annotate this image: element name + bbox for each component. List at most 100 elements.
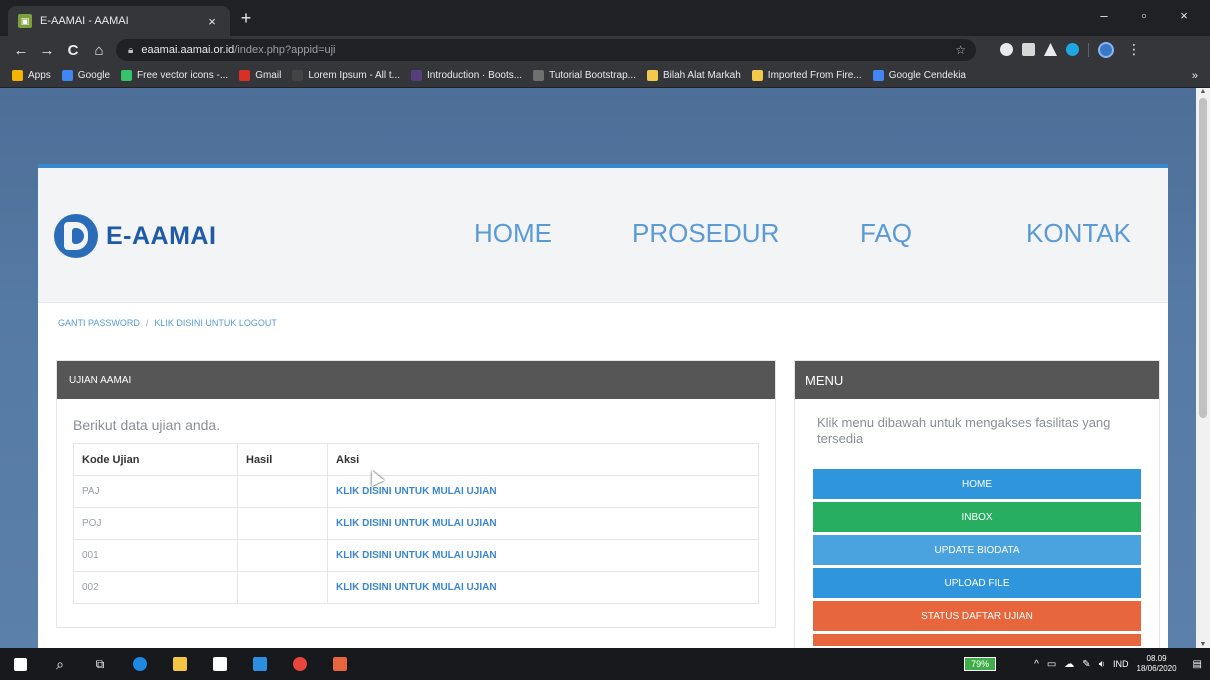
menu-upload-file-button[interactable]: UPLOAD FILE [813, 568, 1141, 598]
bookmark-lorem-ipsum[interactable]: Lorem Ipsum - All t... [292, 70, 400, 81]
cloud-icon[interactable]: ☁ [1064, 659, 1074, 670]
exam-panel-title: UJIAN AAMAI [57, 361, 775, 399]
taskbar-app[interactable] [320, 648, 360, 680]
browser-tab[interactable]: ▣ E-AAMAI - AAMAI × [8, 6, 230, 36]
bookmark-google[interactable]: Google [61, 70, 110, 81]
menu-panel-title: MENU [795, 361, 1159, 399]
lock-icon: 🔒︎ [128, 44, 134, 56]
exam-result [237, 539, 328, 572]
system-clock[interactable]: 08.09 18/06/2020 [1137, 654, 1177, 674]
taskbar-explorer[interactable] [160, 648, 200, 680]
logo-text: E-AAMAI [106, 221, 217, 250]
bookmark-star-icon[interactable]: ☆ [955, 43, 966, 57]
bookmark-tutorial-bootstrap[interactable]: Tutorial Bootstrap... [533, 70, 636, 81]
nav-faq[interactable]: FAQ [860, 218, 912, 249]
language-indicator[interactable]: IND [1113, 659, 1129, 669]
bookmark-gmail[interactable]: Gmail [239, 70, 281, 81]
scrollbar-thumb[interactable] [1199, 98, 1207, 418]
volume-icon[interactable]: 🔉︎ [1099, 659, 1105, 670]
bookmark-apps[interactable]: Apps [12, 70, 51, 81]
search-button[interactable]: ⌕ [40, 648, 80, 680]
home-button[interactable]: ⌂ [86, 42, 112, 59]
nav-home[interactable]: HOME [474, 218, 552, 249]
task-view-icon: ⧉ [95, 656, 105, 671]
exam-result [237, 507, 328, 540]
profile-avatar[interactable] [1098, 41, 1114, 58]
clock-time: 08.09 [1146, 654, 1167, 663]
start-exam-link[interactable]: KLIK DISINI UNTUK MULAI UJIAN [327, 475, 759, 508]
forward-button[interactable]: → [34, 42, 60, 59]
page-icon [292, 70, 304, 81]
start-exam-link[interactable]: KLIK DISINI UNTUK MULAI UJIAN [327, 571, 759, 604]
taskbar-chrome[interactable] [280, 648, 320, 680]
menu-next-button-partial[interactable] [813, 634, 1141, 646]
apps-grid-icon [12, 70, 23, 81]
pen-icon[interactable]: ✎ [1082, 659, 1090, 670]
browser-tabbar: ▣ E-AAMAI - AAMAI × + – ▫ × [0, 0, 1210, 36]
battery-indicator[interactable]: 79% [964, 657, 997, 671]
drive-extension-icon[interactable] [1044, 43, 1057, 56]
site-header: E-AAMAI HOME PROSEDUR FAQ KONTAK [38, 164, 1168, 302]
bookmark-google-scholar[interactable]: Google Cendekia [872, 70, 966, 81]
url-path: /index.php?appid=uji [234, 44, 336, 56]
scroll-down-arrow-icon[interactable]: ▼ [1196, 641, 1210, 648]
nav-prosedur[interactable]: PROSEDUR [632, 218, 779, 249]
search-icon: ⌕ [56, 655, 64, 672]
windows-taskbar: ⌕ ⧉ 79% ^ ▭ ☁ ✎ 🔉︎ IND 08.09 18/06/2020 … [0, 648, 1210, 680]
start-button[interactable] [0, 648, 40, 680]
table-header-row: Kode Ujian Hasil Aksi [73, 443, 759, 476]
folder-icon [646, 70, 658, 81]
bookmarks-overflow-button[interactable]: » [1192, 70, 1198, 82]
exam-panel: UJIAN AAMAI Berikut data ujian anda. Kod… [56, 360, 776, 628]
column-header-hasil: Hasil [237, 443, 328, 476]
extension-icon[interactable] [1022, 43, 1035, 56]
scroll-up-arrow-icon[interactable]: ▲ [1196, 88, 1210, 95]
table-row: POJ KLIK DISINI UNTUK MULAI UJIAN [73, 507, 759, 540]
close-window-button[interactable]: × [1164, 4, 1204, 28]
bookmark-folder-bilah[interactable]: Bilah Alat Markah [646, 70, 741, 81]
start-exam-link[interactable]: KLIK DISINI UNTUK MULAI UJIAN [327, 507, 759, 540]
network-icon[interactable]: ▭ [1047, 659, 1056, 670]
menu-home-button[interactable]: HOME [813, 469, 1141, 499]
browser-menu-icon[interactable]: ⋮ [1127, 41, 1141, 58]
bookmark-free-vector-icons[interactable]: Free vector icons -... [121, 70, 228, 81]
extension-icon[interactable] [1066, 43, 1079, 56]
taskbar-edge[interactable] [120, 648, 160, 680]
taskbar-mail[interactable] [240, 648, 280, 680]
url-host: eaamai.aamai.or.id [141, 44, 235, 56]
exam-code: POJ [73, 507, 238, 540]
reload-button[interactable]: C [60, 42, 86, 59]
minimize-button[interactable]: – [1084, 4, 1124, 28]
store-icon [213, 657, 227, 671]
nav-kontak[interactable]: KONTAK [1026, 218, 1131, 249]
site-logo[interactable]: E-AAMAI [54, 214, 216, 258]
back-button[interactable]: ← [8, 42, 34, 59]
exam-code: 002 [73, 571, 238, 604]
column-header-kode: Kode Ujian [73, 443, 238, 476]
bookmark-bootstrap-intro[interactable]: Introduction · Boots... [411, 70, 522, 81]
table-row: 001 KLIK DISINI UNTUK MULAI UJIAN [73, 539, 759, 572]
tray-overflow-icon[interactable]: ^ [1034, 659, 1039, 670]
start-exam-link[interactable]: KLIK DISINI UNTUK MULAI UJIAN [327, 539, 759, 572]
menu-inbox-button[interactable]: INBOX [813, 502, 1141, 532]
menu-status-daftar-ujian-button[interactable]: STATUS DAFTAR UJIAN [813, 601, 1141, 631]
folder-icon [751, 70, 763, 81]
notifications-icon[interactable]: ▤ [1193, 659, 1202, 670]
change-password-link[interactable]: GANTI PASSWORD [58, 318, 140, 328]
vector-icon [121, 70, 133, 81]
column-header-aksi: Aksi [327, 443, 759, 476]
logout-link[interactable]: KLIK DISINI UNTUK LOGOUT [154, 318, 277, 328]
tab-close-icon[interactable]: × [204, 14, 220, 29]
taskbar-store[interactable] [200, 648, 240, 680]
maximize-button[interactable]: ▫ [1124, 4, 1164, 28]
page-scrollbar[interactable]: ▲ ▼ [1196, 88, 1210, 648]
task-view-button[interactable]: ⧉ [80, 648, 120, 680]
window-controls: – ▫ × [1084, 4, 1204, 28]
address-bar[interactable]: 🔒︎ eaamai.aamai.or.id /index.php?appid=u… [116, 39, 976, 61]
menu-update-biodata-button[interactable]: UPDATE BIODATA [813, 535, 1141, 565]
bookmark-folder-imported[interactable]: Imported From Fire... [751, 70, 862, 81]
browser-toolbar: ← → C ⌂ 🔒︎ eaamai.aamai.or.id /index.php… [0, 36, 1210, 64]
aamai-logo-icon [54, 214, 98, 258]
extension-icon[interactable] [1000, 43, 1013, 56]
new-tab-button[interactable]: + [236, 8, 256, 29]
